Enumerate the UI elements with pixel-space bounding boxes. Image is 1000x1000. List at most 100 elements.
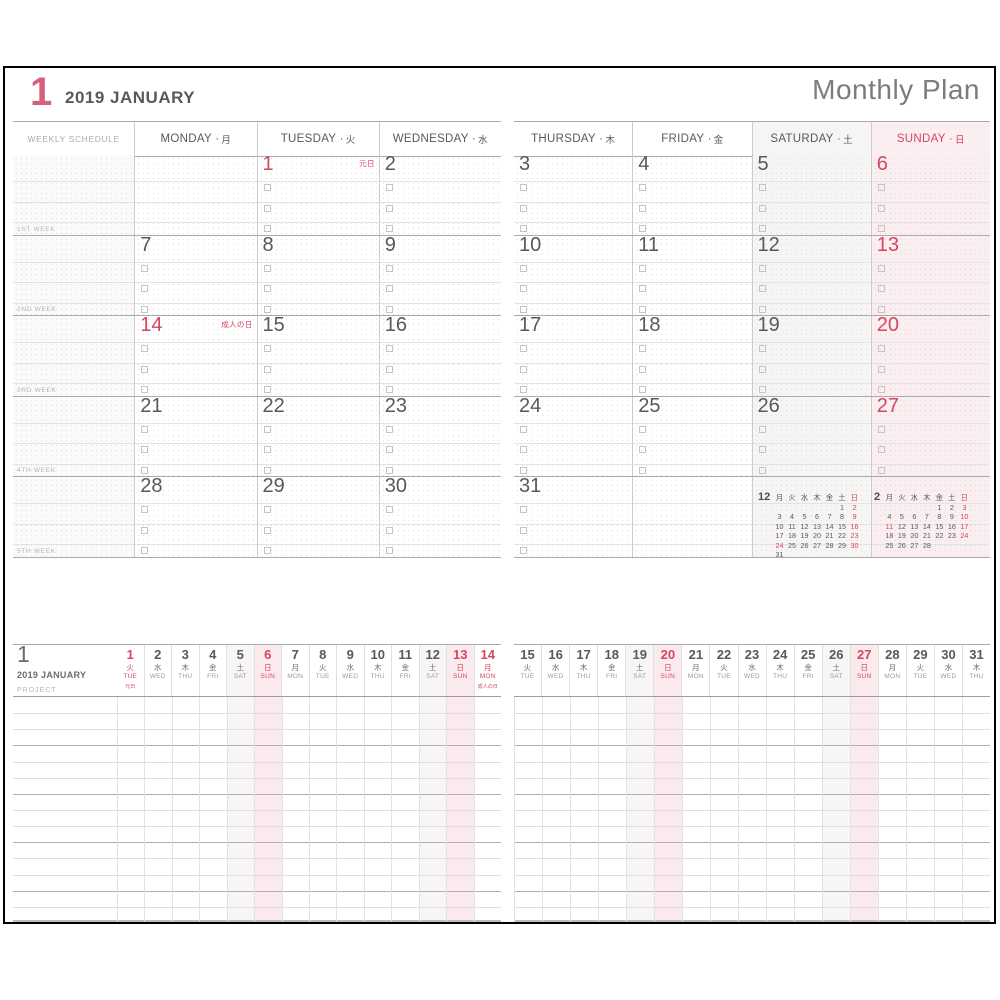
rule-lines bbox=[379, 236, 501, 316]
task-checkbox[interactable] bbox=[385, 446, 393, 453]
task-checkbox[interactable] bbox=[141, 264, 149, 272]
task-checkbox[interactable] bbox=[263, 285, 271, 292]
task-checkbox[interactable] bbox=[263, 446, 271, 453]
project-day-column-2[interactable]: 2 水 WED bbox=[145, 645, 172, 697]
task-checkbox[interactable] bbox=[263, 466, 271, 474]
weekly-schedule-cell[interactable]: 4TH WEEK bbox=[13, 396, 136, 476]
task-checkbox[interactable] bbox=[263, 547, 271, 554]
project-day-column-14[interactable]: 14 月 MON 成人の日 bbox=[475, 645, 502, 697]
task-checkbox[interactable] bbox=[263, 225, 271, 232]
task-checkbox[interactable] bbox=[385, 526, 393, 534]
day-cell[interactable]: 29 bbox=[257, 477, 380, 557]
project-day-column-29[interactable]: 29 火 TUE bbox=[907, 645, 935, 697]
task-checkbox[interactable] bbox=[385, 425, 393, 433]
project-grid-right[interactable] bbox=[514, 696, 990, 922]
day-cell[interactable]: 28 bbox=[135, 477, 258, 557]
task-checkbox[interactable] bbox=[141, 547, 149, 554]
day-cell[interactable]: 22 bbox=[257, 396, 380, 476]
task-checkbox[interactable] bbox=[263, 345, 271, 352]
task-checkbox[interactable] bbox=[385, 264, 393, 272]
project-day-column-19[interactable]: 19 土 SAT bbox=[626, 645, 655, 697]
project-day-column-26[interactable]: 26 土 SAT bbox=[822, 645, 851, 697]
task-checkbox[interactable] bbox=[263, 526, 271, 534]
task-checkbox[interactable] bbox=[263, 305, 271, 313]
day-cell[interactable]: 8 bbox=[257, 235, 380, 315]
day-cell[interactable]: 2 bbox=[379, 155, 501, 235]
task-checkbox[interactable] bbox=[141, 305, 149, 313]
task-checkbox[interactable] bbox=[141, 446, 149, 453]
project-day-column-12[interactable]: 12 土 SAT bbox=[419, 645, 447, 697]
project-day-column-1[interactable]: 1 火 TUE 元日 bbox=[117, 645, 145, 697]
project-day-column-17[interactable]: 17 木 THU bbox=[570, 645, 599, 697]
project-day-column-7[interactable]: 7 月 MON bbox=[282, 645, 310, 697]
project-column-divider bbox=[626, 697, 627, 922]
project-day-column-30[interactable]: 30 水 WED bbox=[935, 645, 963, 697]
day-cell[interactable]: 1 元日 bbox=[257, 155, 380, 235]
mini-weekday-head: 土 bbox=[838, 493, 846, 502]
task-checkbox[interactable] bbox=[141, 425, 149, 433]
day-cell[interactable]: 14 成人の日 bbox=[135, 316, 258, 396]
weekly-schedule-cell[interactable]: 3RD WEEK bbox=[13, 316, 136, 396]
task-checkbox[interactable] bbox=[263, 425, 271, 433]
day-cell[interactable]: 15 bbox=[257, 316, 380, 396]
project-day-number: 24 bbox=[772, 647, 788, 662]
task-checkbox[interactable] bbox=[263, 264, 271, 272]
task-checkbox[interactable] bbox=[141, 365, 149, 373]
project-day-column-16[interactable]: 16 水 WED bbox=[542, 645, 571, 697]
task-checkbox[interactable] bbox=[385, 365, 393, 373]
day-cell[interactable]: 7 bbox=[135, 235, 258, 315]
weekly-schedule-cell[interactable]: 1ST WEEK bbox=[13, 155, 136, 235]
task-checkbox[interactable] bbox=[385, 204, 393, 212]
project-day-column-31[interactable]: 31 木 THU bbox=[963, 645, 990, 697]
task-checkbox[interactable] bbox=[385, 506, 393, 513]
project-day-column-18[interactable]: 18 金 FRI bbox=[598, 645, 627, 697]
task-checkbox[interactable] bbox=[141, 345, 149, 352]
project-day-column-11[interactable]: 11 金 FRI bbox=[392, 645, 420, 697]
task-checkbox[interactable] bbox=[263, 204, 271, 212]
task-checkbox[interactable] bbox=[263, 386, 271, 393]
task-checkbox[interactable] bbox=[263, 365, 271, 373]
project-day-column-21[interactable]: 21 月 MON bbox=[682, 645, 711, 697]
project-day-column-25[interactable]: 25 金 FRI bbox=[795, 645, 823, 697]
day-cell[interactable]: 16 bbox=[379, 316, 501, 396]
project-day-column-8[interactable]: 8 火 TUE bbox=[310, 645, 337, 697]
weekly-schedule-cell[interactable]: 5TH WEEK bbox=[13, 477, 136, 557]
project-day-column-9[interactable]: 9 水 WED bbox=[337, 645, 365, 697]
project-day-column-28[interactable]: 28 月 MON bbox=[879, 645, 907, 697]
day-cell[interactable]: 23 bbox=[379, 396, 501, 476]
project-day-column-20[interactable]: 20 日 SUN bbox=[654, 645, 683, 697]
project-grid-left[interactable] bbox=[13, 696, 501, 922]
project-day-column-4[interactable]: 4 金 FRI bbox=[200, 645, 227, 697]
project-day-column-5[interactable]: 5 土 SAT bbox=[227, 645, 255, 697]
task-checkbox[interactable] bbox=[385, 305, 393, 313]
project-day-column-23[interactable]: 23 水 WED bbox=[739, 645, 767, 697]
task-checkbox[interactable] bbox=[385, 386, 393, 393]
task-checkbox[interactable] bbox=[263, 506, 271, 513]
task-checkbox[interactable] bbox=[385, 547, 393, 554]
day-cell[interactable] bbox=[135, 155, 258, 235]
task-checkbox[interactable] bbox=[385, 184, 393, 191]
task-checkbox[interactable] bbox=[141, 466, 149, 474]
task-checkbox[interactable] bbox=[385, 345, 393, 352]
day-cell[interactable]: 21 bbox=[135, 396, 258, 476]
task-checkbox[interactable] bbox=[141, 386, 149, 393]
task-checkbox[interactable] bbox=[141, 285, 149, 292]
project-day-column-3[interactable]: 3 木 THU bbox=[172, 645, 200, 697]
day-cell[interactable]: 9 bbox=[379, 235, 501, 316]
project-day-column-15[interactable]: 15 火 TUE bbox=[514, 645, 543, 697]
task-checkbox[interactable] bbox=[385, 466, 393, 474]
project-day-column-24[interactable]: 24 木 THU bbox=[767, 645, 795, 697]
day-cell[interactable]: 30 bbox=[379, 477, 501, 557]
project-day-column-13[interactable]: 13 日 SUN bbox=[447, 645, 475, 697]
task-checkbox[interactable] bbox=[141, 526, 149, 534]
task-checkbox[interactable] bbox=[385, 285, 393, 292]
project-day-column-27[interactable]: 27 日 SUN bbox=[850, 645, 879, 697]
weekly-schedule-cell[interactable]: 2ND WEEK bbox=[13, 235, 136, 315]
project-day-column-6[interactable]: 6 日 SUN bbox=[254, 645, 282, 697]
project-day-cjk: 木 bbox=[374, 663, 382, 672]
project-day-column-10[interactable]: 10 木 THU bbox=[365, 645, 392, 697]
task-checkbox[interactable] bbox=[141, 506, 149, 513]
task-checkbox[interactable] bbox=[385, 225, 393, 232]
task-checkbox[interactable] bbox=[263, 184, 271, 191]
project-day-column-22[interactable]: 22 火 TUE bbox=[710, 645, 739, 697]
